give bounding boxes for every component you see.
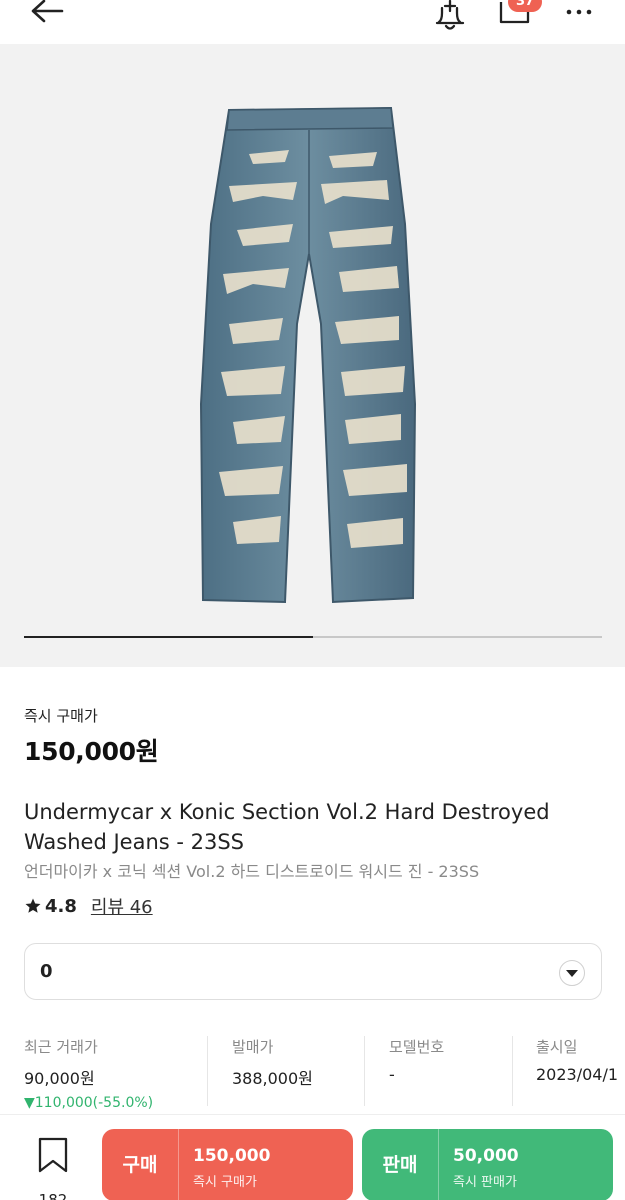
product-title-en: Undermycar x Konic Section Vol.2 Hard De… xyxy=(24,800,550,854)
bottom-action-bar: 182 구매 150,000 즉시 구매가 판매 50,000 즉시 판매가 xyxy=(0,1114,625,1200)
back-arrow-icon xyxy=(31,0,64,23)
sell-button-price: 50,000 xyxy=(453,1146,519,1166)
stat-label: 출시일 xyxy=(536,1038,578,1056)
buy-button-label: 구매 xyxy=(122,1154,158,1176)
divider xyxy=(207,1036,208,1106)
buy-button-sub: 즉시 구매가 xyxy=(193,1175,257,1190)
stat-label: 발매가 xyxy=(232,1038,274,1056)
sell-button-sub: 즉시 판매가 xyxy=(453,1175,517,1190)
rating-value: 4.8 xyxy=(45,895,77,917)
top-bar: 37 xyxy=(0,0,625,44)
more-icon xyxy=(566,9,592,15)
price-label: 즉시 구매가 xyxy=(24,707,98,725)
buy-button-divider xyxy=(178,1129,179,1200)
size-select-value: 0 xyxy=(40,961,53,982)
stat-model-number: 모델번호 - xyxy=(389,1036,444,1111)
stat-value: - xyxy=(389,1065,395,1084)
divider xyxy=(512,1036,513,1106)
buy-button[interactable]: 구매 150,000 즉시 구매가 xyxy=(102,1129,353,1200)
price-change: ▼110,000(-55.0%) xyxy=(24,1095,154,1111)
sell-button-label: 판매 xyxy=(382,1154,418,1176)
size-select-toggle[interactable] xyxy=(559,960,585,986)
star-icon xyxy=(25,898,41,913)
stat-release-price: 발매가 388,000원 xyxy=(232,1036,313,1111)
bell-plus-icon xyxy=(435,0,465,30)
stat-label: 모델번호 xyxy=(389,1038,445,1056)
bookmark-button[interactable]: 182 xyxy=(30,1137,76,1200)
size-select[interactable]: 0 xyxy=(24,943,602,1000)
divider xyxy=(364,1036,365,1106)
price-value: 150,000원 xyxy=(24,737,159,766)
stat-value: 2023/04/1 xyxy=(536,1065,619,1084)
stat-label: 최근 거래가 xyxy=(24,1038,98,1056)
bookmark-count: 182 xyxy=(38,1191,68,1200)
sell-button-divider xyxy=(438,1129,439,1200)
bookmark-icon xyxy=(38,1137,68,1173)
review-link[interactable]: 리뷰 46 xyxy=(91,893,153,919)
product-title-ko: 언더마이카 x 코닉 섹션 Vol.2 하드 디스트로이드 워시드 진 - 23… xyxy=(24,862,480,881)
product-image xyxy=(199,106,417,604)
more-options-button[interactable] xyxy=(560,0,600,30)
cart-count-badge: 37 xyxy=(508,0,542,12)
stat-release-date: 출시일 2023/04/1 xyxy=(536,1036,625,1111)
stat-value: 90,000원 xyxy=(24,1069,95,1088)
sell-button[interactable]: 판매 50,000 즉시 판매가 xyxy=(362,1129,613,1200)
chevron-down-icon xyxy=(566,970,578,977)
back-button[interactable] xyxy=(28,0,68,30)
stat-recent-price: 최근 거래가 90,000원 ▼110,000(-55.0%) xyxy=(24,1036,153,1111)
stat-value: 388,000원 xyxy=(232,1069,313,1088)
buy-button-price: 150,000 xyxy=(193,1146,271,1166)
rating-row: 4.8 리뷰 46 xyxy=(24,893,153,919)
gallery-progress-fill xyxy=(24,636,313,638)
gallery-progress-track xyxy=(24,636,602,638)
market-stats: 최근 거래가 90,000원 ▼110,000(-55.0%) 발매가 388,… xyxy=(0,1036,625,1116)
product-image-gallery[interactable] xyxy=(0,44,625,667)
notification-button[interactable] xyxy=(432,0,470,34)
